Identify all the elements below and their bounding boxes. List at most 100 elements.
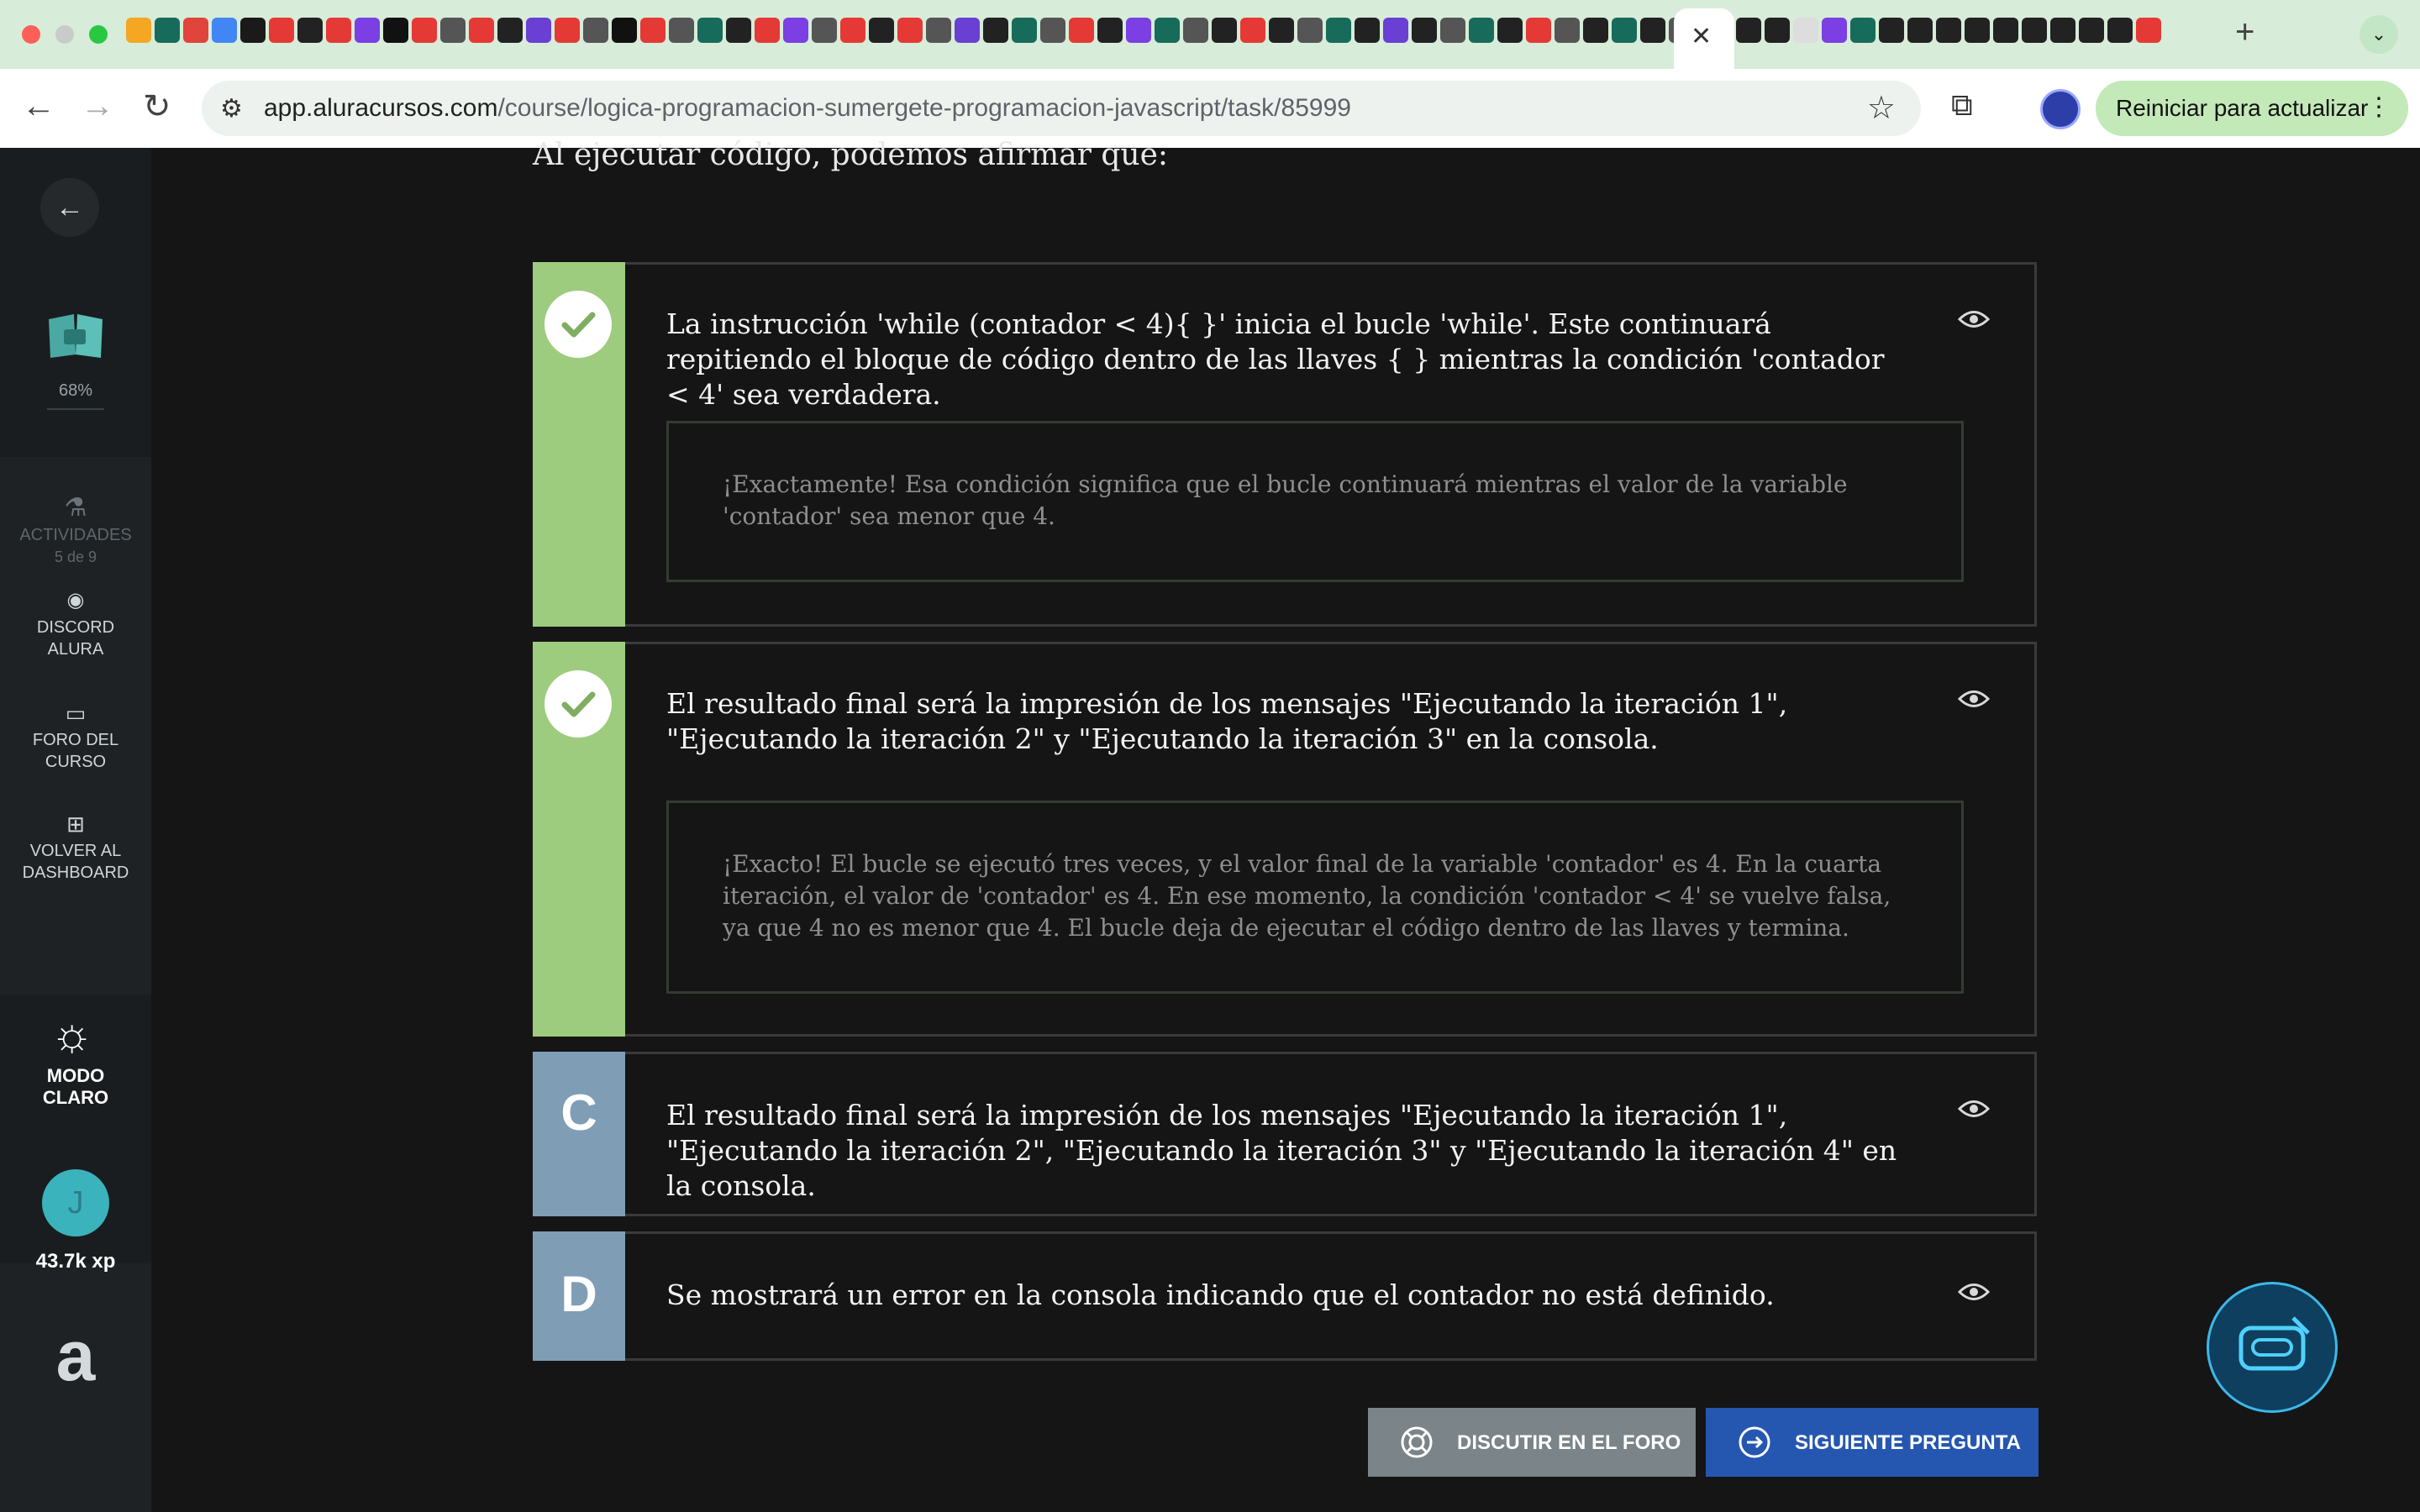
tab-favicon-icon[interactable] [1526, 18, 1551, 43]
tab-favicon-icon[interactable] [1612, 18, 1637, 43]
tab-favicon-icon[interactable] [926, 18, 951, 43]
eye-icon[interactable] [1957, 308, 1991, 330]
tab-favicon-icon[interactable] [1097, 18, 1123, 43]
tab-favicon-icon[interactable] [1850, 18, 1876, 43]
tab-favicon-icon[interactable] [1212, 18, 1237, 43]
chatbot-launcher[interactable] [2207, 1282, 2338, 1413]
tab-favicon-icon[interactable] [1497, 18, 1523, 43]
bookmark-star-icon[interactable]: ☆ [1867, 89, 1896, 127]
url-text[interactable]: app.aluracursos.com/course/logica-progra… [264, 94, 1351, 123]
pinned-tabs-right[interactable] [1736, 18, 2161, 43]
close-tab-icon[interactable]: ✕ [1691, 22, 1712, 51]
tab-favicon-icon[interactable] [440, 18, 466, 43]
sidebar-item-discord[interactable]: ◉ DISCORD ALURA [0, 590, 151, 660]
tab-favicon-icon[interactable] [1326, 18, 1351, 43]
tab-favicon-icon[interactable] [297, 18, 323, 43]
tab-favicon-icon[interactable] [1183, 18, 1208, 43]
tab-favicon-icon[interactable] [1469, 18, 1494, 43]
profile-avatar[interactable] [2040, 89, 2081, 129]
site-info-icon[interactable]: ⚙ [220, 94, 243, 123]
tab-favicon-icon[interactable] [583, 18, 608, 43]
tab-favicon-icon[interactable] [755, 18, 780, 43]
tab-favicon-icon[interactable] [126, 18, 151, 43]
tab-favicon-icon[interactable] [2079, 18, 2104, 43]
forward-icon[interactable]: → [81, 87, 114, 125]
tab-favicon-icon[interactable] [383, 18, 408, 43]
tab-favicon-icon[interactable] [726, 18, 751, 43]
close-window-icon[interactable] [22, 25, 40, 44]
tab-favicon-icon[interactable] [2136, 18, 2161, 43]
tab-favicon-icon[interactable] [1126, 18, 1151, 43]
tab-favicon-icon[interactable] [1879, 18, 1904, 43]
tab-favicon-icon[interactable] [1583, 18, 1608, 43]
tab-favicon-icon[interactable] [1555, 18, 1580, 43]
tab-favicon-icon[interactable] [2022, 18, 2047, 43]
tab-favicon-icon[interactable] [1640, 18, 1665, 43]
tab-favicon-icon[interactable] [869, 18, 894, 43]
more-menu-icon[interactable]: ⋮ [2366, 92, 2391, 122]
tab-favicon-icon[interactable] [1012, 18, 1037, 43]
tab-favicon-icon[interactable] [1240, 18, 1265, 43]
tab-favicon-icon[interactable] [840, 18, 865, 43]
maximize-window-icon[interactable] [89, 25, 108, 44]
tab-favicon-icon[interactable] [2107, 18, 2133, 43]
eye-icon[interactable] [1957, 1098, 1991, 1120]
sidebar-item-forum[interactable]: ▭ FORO DEL CURSO [0, 702, 151, 773]
tab-favicon-icon[interactable] [697, 18, 723, 43]
tab-favicon-icon[interactable] [526, 18, 551, 43]
eye-icon[interactable] [1957, 1281, 1991, 1303]
tab-favicon-icon[interactable] [1412, 18, 1437, 43]
tab-favicon-icon[interactable] [1736, 18, 1761, 43]
tab-favicon-icon[interactable] [1936, 18, 1961, 43]
tab-favicon-icon[interactable] [1069, 18, 1094, 43]
tab-favicon-icon[interactable] [555, 18, 580, 43]
tab-favicon-icon[interactable] [1155, 18, 1180, 43]
address-bar[interactable]: ⚙ app.aluracursos.com/course/logica-prog… [202, 81, 1921, 136]
tab-favicon-icon[interactable] [983, 18, 1008, 43]
tab-favicon-icon[interactable] [1355, 18, 1380, 43]
sidebar-item-activities[interactable]: ⚗ ACTIVIDADES 5 de 9 [0, 496, 151, 568]
tab-favicon-icon[interactable] [469, 18, 494, 43]
discuss-forum-button[interactable]: DISCUTIR EN EL FORO [1368, 1408, 1696, 1477]
tab-favicon-icon[interactable] [955, 18, 980, 43]
tab-favicon-icon[interactable] [412, 18, 437, 43]
tab-favicon-icon[interactable] [612, 18, 637, 43]
new-tab-button[interactable]: + [2235, 13, 2254, 51]
tab-favicon-icon[interactable] [183, 18, 208, 43]
tab-favicon-icon[interactable] [269, 18, 294, 43]
tab-favicon-icon[interactable] [1822, 18, 1847, 43]
tab-favicon-icon[interactable] [497, 18, 523, 43]
reload-icon[interactable]: ↻ [143, 87, 171, 126]
active-tab[interactable]: ✕ [1674, 8, 1734, 69]
tab-favicon-icon[interactable] [240, 18, 266, 43]
tab-search-button[interactable]: ⌄ [2360, 15, 2398, 54]
tab-favicon-icon[interactable] [640, 18, 666, 43]
tab-favicon-icon[interactable] [212, 18, 237, 43]
tab-favicon-icon[interactable] [355, 18, 380, 43]
user-avatar[interactable]: J [42, 1169, 109, 1236]
tab-favicon-icon[interactable] [1383, 18, 1408, 43]
answer-option-c[interactable]: C El resultado final será la impresión d… [533, 1052, 2037, 1216]
tab-favicon-icon[interactable] [1765, 18, 1790, 43]
tab-favicon-icon[interactable] [1793, 18, 1818, 43]
tab-favicon-icon[interactable] [326, 18, 351, 43]
restart-to-update-button[interactable]: Reiniciar para actualizar ⋮ [2096, 81, 2408, 136]
back-icon[interactable]: ← [22, 87, 55, 125]
tab-favicon-icon[interactable] [1040, 18, 1065, 43]
minimize-window-icon[interactable] [55, 25, 74, 44]
tab-favicon-icon[interactable] [2050, 18, 2075, 43]
tab-favicon-icon[interactable] [669, 18, 694, 43]
tab-favicon-icon[interactable] [812, 18, 837, 43]
answer-option-b[interactable]: El resultado final será la impresión de … [533, 642, 2037, 1037]
back-arrow-button[interactable]: ← [40, 178, 99, 237]
tab-favicon-icon[interactable] [1297, 18, 1323, 43]
sidebar-item-dashboard[interactable]: ⊞ VOLVER AL DASHBOARD [0, 813, 151, 884]
tab-favicon-icon[interactable] [155, 18, 180, 43]
tab-favicon-icon[interactable] [783, 18, 808, 43]
alura-logo[interactable]: a [0, 1315, 151, 1397]
answer-option-d[interactable]: D Se mostrará un error en la consola ind… [533, 1231, 2037, 1361]
tab-favicon-icon[interactable] [1965, 18, 1990, 43]
eye-icon[interactable] [1957, 688, 1991, 710]
next-question-button[interactable]: SIGUIENTE PREGUNTA [1706, 1408, 2039, 1477]
answer-option-a[interactable]: La instrucción 'while (contador < 4){ }'… [533, 262, 2037, 627]
